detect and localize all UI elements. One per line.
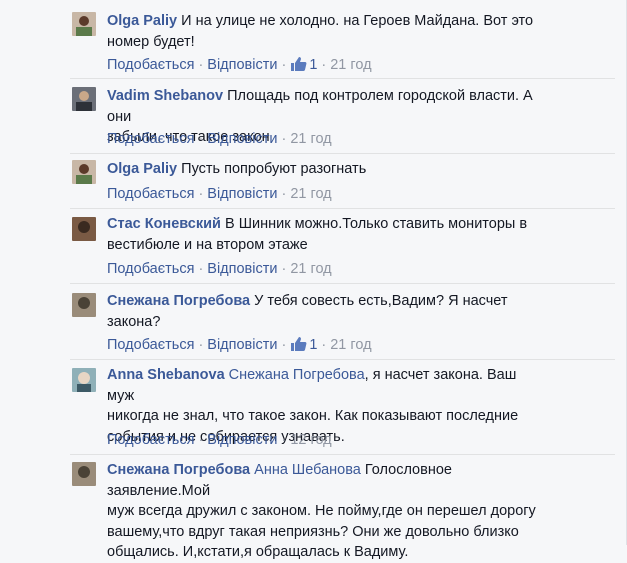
comment-text-line: Пусть попробуют разогнать [181, 161, 367, 177]
separator: · [281, 261, 287, 277]
separator: · [198, 432, 204, 448]
comment-body: Снежана Погребова У тебя совесть есть,Ва… [107, 291, 537, 332]
comment-text-line: никогда не знал, что такое закон. Как по… [107, 408, 519, 424]
reply-button[interactable]: Відповісти [207, 261, 277, 277]
comment-text-line: вестибюле и на втором этаже [107, 236, 308, 253]
comment-author[interactable]: Olga Paliy [107, 161, 177, 177]
timestamp[interactable]: 21 год [330, 57, 371, 73]
avatar[interactable] [72, 12, 96, 36]
comment-text-line: вашему,что вдруг такая неприязнь? Они же… [107, 523, 519, 540]
like-button[interactable]: Подобається [107, 432, 194, 448]
comment-author[interactable]: Anna Shebanova [107, 367, 225, 383]
comment-actions: Подобається · Відповісти · 1 · 21 год [107, 56, 372, 74]
like-button[interactable]: Подобається [107, 186, 194, 202]
like-count[interactable]: 1 [290, 57, 317, 73]
separator: · [281, 57, 287, 73]
timestamp[interactable]: 21 год [290, 131, 331, 147]
like-count[interactable]: 1 [290, 337, 317, 353]
reply-button[interactable]: Відповісти [207, 131, 277, 147]
comment: Olga Paliy И на улице не холодно. на Гер… [0, 0, 627, 79]
comment: Anna Shebanova Снежана Погребова, я насч… [0, 360, 627, 455]
comment-author[interactable]: Стас Коневский [107, 216, 221, 232]
like-button[interactable]: Подобається [107, 131, 194, 147]
comment-text-line: муж всегда дружил с законом. Не пойму,гд… [107, 503, 536, 519]
separator: · [198, 261, 204, 277]
comment-thread: Olga Paliy И на улице не холодно. на Гер… [0, 0, 627, 560]
avatar[interactable] [72, 160, 96, 184]
separator: · [198, 337, 204, 353]
separator: · [281, 337, 287, 353]
separator: · [321, 337, 327, 353]
avatar[interactable] [72, 217, 96, 241]
separator: · [198, 186, 204, 202]
comment: Снежана Погребова У тебя совесть есть,Ва… [0, 284, 627, 360]
comment-author[interactable]: Vadim Shebanov [107, 88, 223, 104]
timestamp[interactable]: 21 год [330, 337, 371, 353]
reply-button[interactable]: Відповісти [207, 186, 277, 202]
avatar-image [72, 462, 96, 486]
comment-actions: Подобається · Відповісти · 1 · 21 год [107, 336, 372, 354]
reply-button[interactable]: Відповісти [207, 57, 277, 73]
separator: · [281, 186, 287, 202]
avatar-image [72, 87, 96, 111]
separator: · [281, 432, 287, 448]
thumbs-up-icon [291, 337, 307, 351]
timestamp[interactable]: 21 год [290, 261, 331, 277]
comment: Vadim Shebanov Площадь под контролем гор… [0, 79, 627, 154]
timestamp[interactable]: 21 год [290, 186, 331, 202]
avatar-image [72, 160, 96, 184]
comment-body: Снежана Погребова Анна Шебанова Голослов… [107, 460, 537, 563]
comment-text-line: В Шинник можно.Только ставить мониторы в [225, 216, 528, 232]
mention-link[interactable]: Анна Шебанова [254, 462, 361, 478]
separator: · [198, 131, 204, 147]
comment-text-line: общались. И,кстати,я обращалась к Вадиму… [107, 544, 409, 560]
comment-body: Olga Paliy Пусть попробуют разогнать [107, 159, 537, 180]
like-button[interactable]: Подобається [107, 337, 194, 353]
like-button[interactable]: Подобається [107, 57, 194, 73]
avatar[interactable] [72, 293, 96, 317]
comment-text-line: закона? [107, 313, 161, 330]
comment-body: Olga Paliy И на улице не холодно. на Гер… [107, 11, 537, 52]
separator: · [321, 57, 327, 73]
avatar[interactable] [72, 368, 96, 392]
comment-author[interactable]: Olga Paliy [107, 13, 177, 29]
reply-button[interactable]: Відповісти [207, 432, 277, 448]
comment-actions: Подобається · Відповісти · 21 год [107, 130, 332, 148]
mention-link[interactable]: Снежана Погребова [229, 367, 365, 383]
avatar-image [72, 12, 96, 36]
comment-text-line: номер будет! [107, 33, 195, 50]
avatar-image [72, 217, 96, 241]
thumbs-up-icon [291, 57, 307, 71]
comment: Olga Paliy Пусть попробуют разогнать Под… [0, 154, 627, 209]
comment-body: Стас Коневский В Шинник можно.Только ста… [107, 214, 537, 255]
comment-actions: Подобається · Відповісти · 21 год [107, 185, 332, 203]
comment-actions: Подобається · Відповісти · 12 год [107, 431, 332, 449]
avatar[interactable] [72, 462, 96, 486]
separator: · [281, 131, 287, 147]
reply-button[interactable]: Відповісти [207, 337, 277, 353]
avatar[interactable] [72, 87, 96, 111]
comment: Снежана Погребова Анна Шебанова Голослов… [0, 455, 627, 560]
timestamp[interactable]: 12 год [290, 432, 331, 448]
separator: · [198, 57, 204, 73]
like-button[interactable]: Подобається [107, 261, 194, 277]
comment-author[interactable]: Снежана Погребова [107, 293, 250, 309]
comment: Стас Коневский В Шинник можно.Только ста… [0, 209, 627, 284]
comment-author[interactable]: Снежана Погребова [107, 462, 250, 478]
avatar-image [72, 293, 96, 317]
comment-actions: Подобається · Відповісти · 21 год [107, 260, 332, 278]
comment-text-line: У тебя совесть есть,Вадим? Я насчет [254, 293, 508, 309]
avatar-image [72, 368, 96, 392]
comment-text-line: И на улице не холодно. на Героев Майдана… [181, 13, 534, 29]
